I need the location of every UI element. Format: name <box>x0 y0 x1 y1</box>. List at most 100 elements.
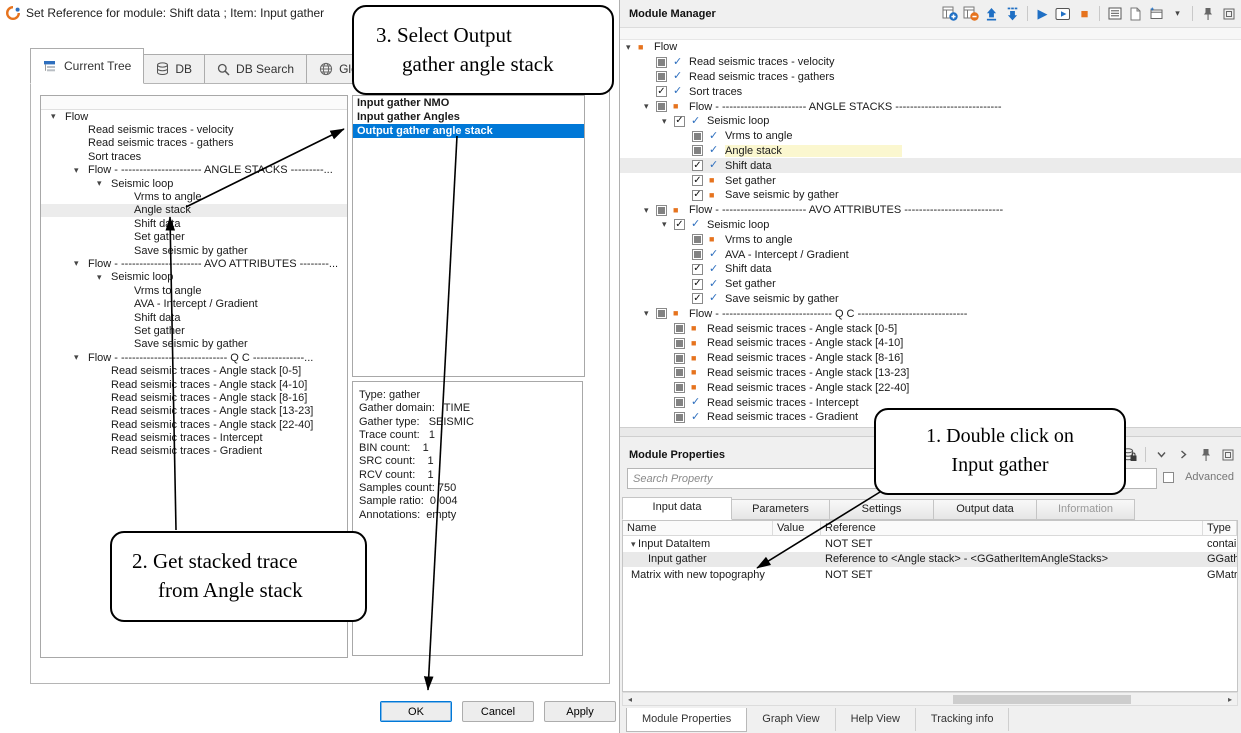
expander-icon[interactable]: ▾ <box>74 353 88 362</box>
module-tree-item[interactable]: ▾✓Seismic loop <box>620 218 1241 233</box>
tab-input-data[interactable]: Input data <box>622 497 732 520</box>
module-tree-item[interactable]: ■Read seismic traces - Angle stack [4-10… <box>620 336 1241 351</box>
column-header-type[interactable]: Type <box>1203 521 1237 535</box>
module-checkbox[interactable] <box>692 190 703 201</box>
dropdown-arrow-icon[interactable]: ▾ <box>1168 4 1187 23</box>
module-checkbox[interactable] <box>656 101 667 112</box>
module-checkbox[interactable] <box>656 308 667 319</box>
module-checkbox[interactable] <box>692 249 703 260</box>
tree-item[interactable]: Save seismic by gather <box>41 338 347 351</box>
expander-icon[interactable]: ▾ <box>74 166 88 175</box>
export-down-icon[interactable] <box>1003 4 1022 23</box>
module-tree-item[interactable]: ■Read seismic traces - Angle stack [8-16… <box>620 351 1241 366</box>
expander-icon[interactable]: ▾ <box>662 220 674 229</box>
module-tree-item[interactable]: ✓Sort traces <box>620 84 1241 99</box>
tree-item[interactable]: Shift data <box>41 217 347 230</box>
expander-icon[interactable]: ▾ <box>644 102 656 111</box>
tree-item[interactable]: Read seismic traces - Angle stack [8-16] <box>41 391 347 404</box>
module-checkbox[interactable] <box>692 145 703 156</box>
table-row[interactable]: Matrix with new topographyNOT SETGMatrix… <box>623 567 1237 583</box>
column-header-reference[interactable]: Reference <box>821 521 1203 535</box>
tree-item[interactable]: Read seismic traces - velocity <box>41 123 347 136</box>
module-tree-item[interactable]: ▾■Flow - ------------------------------ … <box>620 306 1241 321</box>
expander-icon[interactable]: ▾ <box>97 179 111 188</box>
module-tree-item[interactable]: ■Save seismic by gather <box>620 188 1241 203</box>
list-item[interactable]: Output gather angle stack <box>353 124 584 138</box>
module-checkbox[interactable] <box>656 205 667 216</box>
pin-icon[interactable] <box>1196 445 1215 464</box>
module-checkbox[interactable] <box>674 353 685 364</box>
pin-icon[interactable] <box>1198 4 1217 23</box>
advanced-checkbox-group[interactable]: Advanced <box>1163 471 1234 483</box>
table-row[interactable]: ▾ Input DataItemNOT SETcontainer <box>623 536 1237 552</box>
tree-item[interactable]: Read seismic traces - gathers <box>41 137 347 150</box>
expander-icon[interactable]: ▾ <box>51 112 65 121</box>
float-window-icon[interactable] <box>1218 445 1237 464</box>
module-checkbox[interactable] <box>674 116 685 127</box>
advanced-checkbox[interactable] <box>1163 472 1174 483</box>
tree-item[interactable]: Read seismic traces - Angle stack [4-10] <box>41 378 347 391</box>
tree-item[interactable]: Sort traces <box>41 150 347 163</box>
expander-icon[interactable]: ▾ <box>97 273 111 282</box>
module-checkbox[interactable] <box>674 412 685 423</box>
tree-item[interactable]: ▾Flow <box>41 110 347 123</box>
module-tree-item[interactable]: ✓AVA - Intercept / Gradient <box>620 247 1241 262</box>
module-tree-item[interactable]: ✓Vrms to angle <box>620 129 1241 144</box>
expander-icon[interactable]: ▾ <box>644 309 656 318</box>
list-item[interactable]: Input gather NMO <box>353 96 584 110</box>
tab-db-search[interactable]: DB Search <box>205 54 307 84</box>
module-checkbox[interactable] <box>674 382 685 393</box>
apply-button[interactable]: Apply <box>544 701 616 722</box>
module-checkbox[interactable] <box>692 264 703 275</box>
module-tree-item[interactable]: ■Read seismic traces - Angle stack [22-4… <box>620 380 1241 395</box>
module-checkbox[interactable] <box>674 323 685 334</box>
tree-item[interactable]: Read seismic traces - Intercept <box>41 431 347 444</box>
module-checkbox[interactable] <box>692 279 703 290</box>
tree-item[interactable]: Vrms to angle <box>41 190 347 203</box>
module-tree-item[interactable]: ✓Set gather <box>620 277 1241 292</box>
module-checkbox[interactable] <box>692 293 703 304</box>
module-checkbox[interactable] <box>656 71 667 82</box>
module-tree-item[interactable]: ■Read seismic traces - Angle stack [13-2… <box>620 366 1241 381</box>
scroll-left-icon[interactable]: ◂ <box>624 694 636 705</box>
cancel-button[interactable]: Cancel <box>462 701 534 722</box>
tree-item[interactable]: Vrms to angle <box>41 284 347 297</box>
run-icon[interactable]: ▶ <box>1033 4 1052 23</box>
module-tree-item[interactable]: ✓Read seismic traces - velocity <box>620 55 1241 70</box>
tree-item[interactable]: ▾Flow - ---------------------- ANGLE STA… <box>41 164 347 177</box>
module-checkbox[interactable] <box>692 160 703 171</box>
table-row[interactable]: Input gatherReference to <Angle stack> -… <box>623 552 1237 568</box>
tree-item[interactable]: AVA - Intercept / Gradient <box>41 297 347 310</box>
module-checkbox[interactable] <box>692 234 703 245</box>
module-checkbox[interactable] <box>674 219 685 230</box>
module-checkbox[interactable] <box>674 338 685 349</box>
float-window-icon[interactable] <box>1219 4 1238 23</box>
tree-item[interactable]: Set gather <box>41 231 347 244</box>
module-tree-item[interactable]: ✓Shift data <box>620 158 1241 173</box>
tree-item[interactable]: Read seismic traces - Angle stack [13-23… <box>41 405 347 418</box>
bottom-tab-help-view[interactable]: Help View <box>836 708 916 731</box>
expander-icon[interactable]: ▾ <box>644 206 656 215</box>
tree-item[interactable]: Read seismic traces - Angle stack [22-40… <box>41 418 347 431</box>
tree-item[interactable]: Set gather <box>41 324 347 337</box>
tree-item[interactable]: Read seismic traces - Angle stack [0-5] <box>41 364 347 377</box>
horizontal-scrollbar[interactable]: ◂ ▸ <box>622 692 1238 706</box>
column-header-name[interactable]: Name <box>623 521 773 535</box>
bottom-tab-module-properties[interactable]: Module Properties <box>626 708 747 732</box>
expander-icon[interactable]: ▾ <box>74 259 88 268</box>
ok-button[interactable]: OK <box>380 701 452 722</box>
tree-item[interactable]: ▾Flow - ---------------------- AVO ATTRI… <box>41 257 347 270</box>
new-window-icon[interactable] <box>1147 4 1166 23</box>
expander-icon[interactable]: ▾ <box>631 539 638 549</box>
tree-item[interactable]: Save seismic by gather <box>41 244 347 257</box>
chevron-down-icon[interactable] <box>1152 445 1171 464</box>
run-loop-icon[interactable] <box>1054 4 1073 23</box>
module-tree-item[interactable]: ▾■Flow <box>620 40 1241 55</box>
module-checkbox[interactable] <box>692 175 703 186</box>
module-tree-item[interactable]: ▾■Flow - ----------------------- AVO ATT… <box>620 203 1241 218</box>
module-tree-item[interactable]: ✓Save seismic by gather <box>620 292 1241 307</box>
module-tree-item[interactable]: ▾✓Seismic loop <box>620 114 1241 129</box>
tab-db[interactable]: DB <box>144 54 205 84</box>
module-tree-item[interactable]: ✓Read seismic traces - gathers <box>620 70 1241 85</box>
module-tree-item[interactable]: ■Set gather <box>620 173 1241 188</box>
